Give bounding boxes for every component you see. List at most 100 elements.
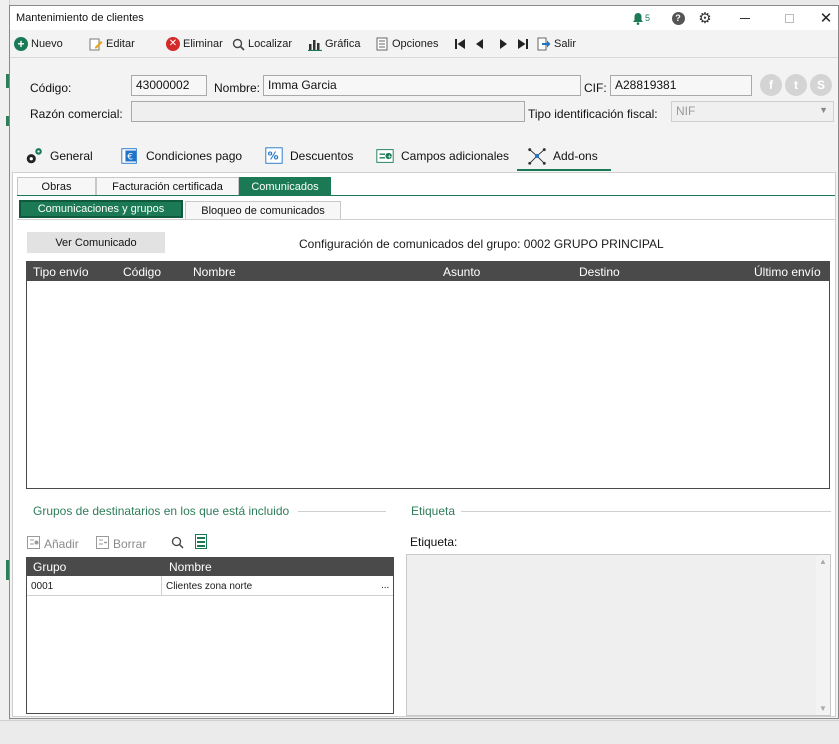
delete-list-icon (96, 536, 109, 552)
maximize-button[interactable] (782, 10, 796, 26)
grupos-add-button[interactable]: Añadir (27, 536, 79, 552)
skype-button[interactable]: S (810, 74, 832, 96)
tab-condiciones-pago[interactable]: € Condiciones pago (120, 142, 242, 170)
nuevo-button[interactable]: + Nuevo (14, 34, 63, 54)
help-button[interactable]: ? (671, 10, 685, 26)
table-row[interactable]: 0001 Clientes zona norte ... (27, 576, 393, 596)
scroll-down-icon: ▼ (819, 704, 827, 713)
col-grupo[interactable]: Grupo (33, 560, 66, 574)
add-fields-icon: + (375, 146, 395, 166)
skype-icon: S (816, 78, 825, 92)
col-codigo[interactable]: Código (123, 265, 161, 279)
tab-add-ons[interactable]: Add-ons (527, 142, 598, 170)
grafica-label: Gráfica (325, 38, 361, 50)
comunicados-grid: Tipo envío Código Nombre Asunto Destino … (26, 261, 830, 489)
tab-campos-adicionales-label: Campos adicionales (401, 149, 510, 163)
facebook-icon: f (769, 78, 773, 92)
config-text: Configuración de comunicados del grupo: … (299, 237, 664, 251)
etiqueta-scrollbar[interactable]: ▲ ▼ (816, 555, 830, 715)
minimize-icon (740, 17, 750, 19)
codigo-label: Código: (30, 81, 72, 95)
spreadsheet-icon (195, 534, 207, 552)
list-icon (375, 37, 389, 51)
nombre-label: Nombre: (214, 81, 261, 95)
tipo-identificacion-select[interactable]: NIF ▼ (671, 101, 834, 122)
col-asunto[interactable]: Asunto (443, 265, 480, 279)
subtab-obras[interactable]: Obras (17, 177, 96, 195)
grupos-delete-button[interactable]: Borrar (96, 536, 146, 552)
localizar-button[interactable]: Localizar (231, 34, 292, 54)
ver-comunicado-button[interactable]: Ver Comunicado (27, 232, 165, 253)
search-icon (231, 37, 245, 51)
next-icon (497, 37, 511, 51)
row-grupo-cell: 0001 (31, 581, 54, 592)
edit-icon (89, 37, 103, 51)
grupos-grid-header: Grupo Nombre (27, 558, 393, 576)
subtab-bloqueo-comunicados[interactable]: Bloqueo de comunicados (185, 201, 341, 219)
editar-button[interactable]: Editar (89, 34, 135, 54)
svg-text:€: € (127, 153, 133, 163)
salir-button[interactable]: Salir (537, 34, 576, 54)
etiqueta-textarea[interactable]: ▲ ▼ (406, 554, 831, 716)
twitter-button[interactable]: t (785, 74, 807, 96)
grupos-search-button[interactable] (171, 536, 184, 552)
col-grupo-nombre[interactable]: Nombre (169, 560, 212, 574)
razon-comercial-field[interactable] (131, 101, 525, 122)
grupos-add-label: Añadir (44, 537, 79, 551)
opciones-label: Opciones (392, 38, 439, 50)
euro-document-icon: € (120, 146, 140, 166)
nuevo-label: Nuevo (31, 38, 63, 50)
row-divider (161, 576, 162, 596)
notification-count: 5 (645, 13, 651, 23)
subtab-comunicaciones-grupos[interactable]: Comunicaciones y grupos (19, 200, 183, 218)
grupos-export-button[interactable] (195, 534, 207, 552)
minimize-button[interactable] (738, 10, 752, 26)
eliminar-button[interactable]: ✕ Eliminar (166, 34, 223, 54)
bell-icon (633, 12, 643, 25)
cif-field[interactable]: A28819381 (610, 75, 752, 96)
grupos-delete-label: Borrar (113, 537, 147, 551)
first-record-button[interactable] (453, 34, 467, 54)
plus-circle-icon: + (14, 37, 28, 51)
salir-label: Salir (554, 38, 577, 50)
add-list-icon (27, 536, 40, 552)
network-icon (527, 146, 547, 166)
tab-general[interactable]: General (24, 142, 93, 170)
last-record-button[interactable] (516, 34, 530, 54)
window-title: Mantenimiento de clientes (16, 12, 144, 24)
close-button[interactable]: ✕ (819, 10, 833, 27)
subtab-facturacion-certificada[interactable]: Facturación certificada (96, 177, 239, 195)
active-tab-indicator (517, 169, 611, 171)
notification-button[interactable]: 5 (632, 10, 650, 26)
title-bar: Mantenimiento de clientes 5 ? ⚙ ✕ (10, 6, 838, 30)
grupos-section-line (298, 511, 386, 512)
razon-comercial-label: Razón comercial: (30, 107, 123, 121)
tab-descuentos[interactable]: % Descuentos (264, 142, 353, 170)
next-record-button[interactable] (497, 34, 511, 54)
previous-icon (472, 37, 486, 51)
delete-circle-icon: ✕ (166, 37, 180, 51)
col-tipo-envio[interactable]: Tipo envío (33, 265, 89, 279)
tab-general-label: General (50, 149, 93, 163)
tab-campos-adicionales[interactable]: + Campos adicionales (375, 142, 509, 170)
col-nombre[interactable]: Nombre (193, 265, 236, 279)
col-ultimo-envio[interactable]: Último envío (754, 265, 821, 279)
add-ons-content: Obras Facturación certificada Comunicado… (12, 172, 836, 717)
previous-record-button[interactable] (472, 34, 486, 54)
grupos-grid: Grupo Nombre 0001 Clientes zona norte ..… (26, 557, 394, 714)
search-icon (171, 536, 184, 552)
facebook-button[interactable]: f (760, 74, 782, 96)
row-more-button[interactable]: ... (381, 580, 389, 591)
tipo-identificacion-value: NIF (676, 104, 696, 118)
subtab-comunicados[interactable]: Comunicados (239, 177, 331, 195)
settings-button[interactable]: ⚙ (698, 10, 712, 27)
codigo-field[interactable]: 43000002 (131, 75, 207, 96)
nombre-field[interactable]: Imma Garcia (263, 75, 581, 96)
maximize-icon (784, 13, 794, 23)
comunicados-grid-header: Tipo envío Código Nombre Asunto Destino … (27, 262, 829, 281)
opciones-button[interactable]: Opciones (375, 34, 438, 54)
editar-label: Editar (106, 38, 135, 50)
grafica-button[interactable]: Gráfica (308, 34, 360, 54)
col-destino[interactable]: Destino (579, 265, 620, 279)
exit-icon (537, 37, 551, 51)
